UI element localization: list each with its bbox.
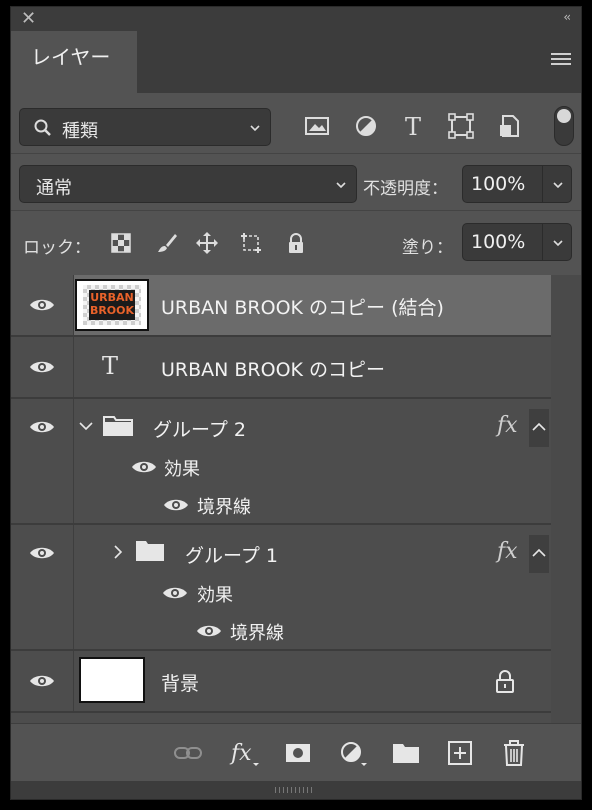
eye-icon[interactable]: [29, 419, 55, 435]
layer-row-background[interactable]: 背景: [11, 651, 551, 711]
bottom-toolbar: fx: [11, 723, 581, 782]
fill-field[interactable]: 100%: [462, 223, 572, 261]
search-icon: [34, 119, 51, 136]
close-icon[interactable]: ✕: [21, 9, 36, 29]
eye-icon[interactable]: [131, 459, 157, 475]
fx-add-style-icon[interactable]: fx: [229, 738, 259, 768]
lock-position-move-icon[interactable]: [195, 231, 219, 255]
filter-kind-select[interactable]: 種類: [19, 108, 271, 146]
layer-name: グループ 1: [185, 545, 278, 567]
shape-filter-icon[interactable]: [446, 111, 476, 141]
chevron-down-icon[interactable]: [553, 180, 563, 190]
chevron-up-icon: [532, 548, 546, 557]
layers-panel: ✕ ‹‹ レイヤー 種類 T 通常 不透明度： 100% ロック： 塗り： 10…: [10, 6, 582, 800]
smart-object-filter-icon[interactable]: [495, 111, 525, 141]
adjustment-filter-icon[interactable]: [351, 111, 381, 141]
layers-list: URBAN BROOK URBAN BROOK のコピー (結合) T URBA…: [11, 275, 581, 723]
fill-value: 100%: [471, 231, 526, 253]
filter-kind-label: 種類: [62, 121, 98, 142]
eye-icon[interactable]: [162, 585, 188, 601]
link-layers-icon[interactable]: [173, 738, 203, 768]
folder-icon: [103, 416, 133, 436]
blend-mode-select[interactable]: 通常: [19, 165, 357, 203]
type-layer-icon: T: [102, 352, 119, 380]
lock-icon: [496, 670, 514, 693]
blend-mode-value: 通常: [36, 178, 72, 199]
svg-text:T: T: [405, 113, 421, 141]
chevron-down-icon[interactable]: [553, 238, 563, 248]
layer-row-group-2[interactable]: グループ 2 fx 効果 境界線: [11, 399, 551, 523]
lock-image-pixels-brush-icon[interactable]: [155, 231, 179, 255]
effects-label: 効果: [164, 459, 200, 480]
chevron-up-icon: [532, 422, 546, 431]
eye-icon[interactable]: [29, 297, 55, 313]
panel-menu-icon[interactable]: [551, 53, 571, 69]
folder-icon: [136, 541, 164, 561]
layers-scrollbar[interactable]: [551, 275, 581, 723]
eye-icon[interactable]: [29, 359, 55, 375]
effect-stroke-label: 境界線: [230, 623, 284, 644]
eye-icon[interactable]: [29, 545, 55, 561]
fx-effects-icon[interactable]: fx: [497, 413, 518, 438]
layer-row-text-copy[interactable]: T URBAN BROOK のコピー: [11, 337, 551, 397]
panel-titlebar: ✕ ‹‹: [11, 7, 581, 31]
effect-stroke-label: 境界線: [197, 497, 251, 518]
type-filter-icon[interactable]: T: [398, 111, 428, 141]
new-adjustment-layer-icon[interactable]: [337, 738, 367, 768]
fill-label: 塗り：: [402, 238, 453, 258]
image-filter-icon[interactable]: [302, 111, 332, 141]
filter-toggle-switch[interactable]: [554, 106, 574, 146]
collapse-icon[interactable]: ‹‹: [563, 10, 570, 24]
layer-thumbnail: [79, 657, 145, 703]
layer-name: グループ 2: [153, 419, 246, 441]
thumbnail-text: URBAN BROOK: [89, 291, 135, 317]
tab-layers[interactable]: レイヤー: [11, 31, 137, 93]
layer-name: URBAN BROOK のコピー: [161, 359, 386, 381]
opacity-label: 不透明度：: [363, 179, 448, 199]
eye-icon[interactable]: [29, 673, 55, 689]
layer-thumbnail: URBAN BROOK: [75, 279, 149, 331]
layer-name: 背景: [161, 673, 200, 695]
collapse-effects-toggle[interactable]: [529, 409, 549, 447]
delete-layer-icon[interactable]: [499, 738, 529, 768]
chevron-down-icon: [336, 182, 346, 189]
lock-artboard-icon[interactable]: [239, 231, 263, 255]
svg-text:fx: fx: [229, 741, 252, 766]
lock-all-icon[interactable]: [284, 231, 308, 255]
lock-transparent-pixels-icon[interactable]: [109, 231, 133, 255]
opacity-value: 100%: [471, 173, 526, 195]
new-layer-icon[interactable]: [445, 738, 475, 768]
resize-grip[interactable]: [11, 781, 581, 799]
layer-row-group-1[interactable]: グループ 1 fx 効果 境界線: [11, 525, 551, 649]
layer-name: URBAN BROOK のコピー (結合): [161, 297, 444, 319]
effects-label: 効果: [197, 585, 233, 606]
chevron-down-icon: [250, 125, 260, 132]
tab-bar: レイヤー: [11, 31, 581, 93]
add-mask-icon[interactable]: [283, 738, 313, 768]
eye-icon[interactable]: [196, 623, 222, 639]
layer-row-smart-copy[interactable]: URBAN BROOK URBAN BROOK のコピー (結合): [11, 275, 551, 335]
new-group-folder-icon[interactable]: [391, 738, 421, 768]
collapse-effects-toggle[interactable]: [529, 535, 549, 573]
lock-label: ロック：: [23, 238, 91, 258]
eye-icon[interactable]: [163, 497, 189, 513]
opacity-field[interactable]: 100%: [462, 165, 572, 203]
fx-effects-icon[interactable]: fx: [497, 539, 518, 564]
chevron-down-icon[interactable]: [79, 420, 93, 432]
chevron-right-icon[interactable]: [113, 545, 123, 559]
